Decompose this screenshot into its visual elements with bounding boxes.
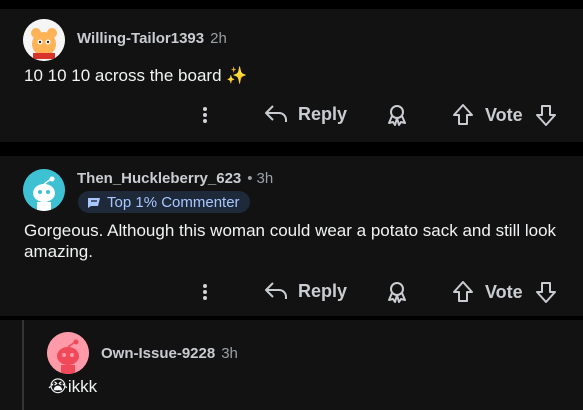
downvote-icon[interactable] (535, 280, 557, 304)
badge-label: Top 1% Commenter (107, 193, 240, 211)
comment-text: ikkk (67, 377, 98, 396)
reply-button[interactable]: Reply (263, 103, 347, 125)
award-icon (388, 282, 406, 303)
comment-card: Own-Issue-9228 3h 😭 ikkk (0, 320, 583, 410)
more-options-button[interactable] (203, 282, 207, 302)
award-button[interactable] (385, 280, 409, 309)
avatar[interactable] (47, 332, 89, 374)
upvote-icon[interactable] (452, 103, 474, 127)
reply-arrow-icon (265, 282, 287, 299)
snoo-avatar-icon (47, 332, 89, 374)
reply-button[interactable]: Reply (263, 280, 347, 302)
upvote-icon[interactable] (452, 280, 474, 304)
vote-label: Vote (485, 104, 523, 125)
thread-line[interactable] (22, 320, 24, 410)
award-button[interactable] (385, 103, 409, 132)
downvote-icon[interactable] (535, 103, 557, 127)
more-options-button[interactable] (203, 105, 207, 125)
timestamp: 3h (221, 345, 238, 362)
comment-card: Then_Huckleberry_623 • 3h Top 1% Comment… (0, 156, 583, 316)
separator: • (247, 170, 253, 187)
comment-card: Willing-Tailor1393 2h 10 10 10 across th… (0, 9, 583, 142)
top-commenter-badge[interactable]: Top 1% Commenter (78, 191, 250, 213)
username[interactable]: Then_Huckleberry_623 (77, 170, 241, 187)
reply-label: Reply (298, 103, 348, 124)
avatar[interactable] (23, 19, 65, 61)
crying-emoji: 😭 (48, 377, 68, 396)
timestamp: 3h (256, 170, 274, 187)
comment-body: Gorgeous. Although this woman could wear… (24, 221, 557, 261)
vote-label: Vote (485, 281, 523, 302)
snoo-avatar-icon (23, 19, 65, 61)
username[interactable]: Willing-Tailor1393 (77, 30, 204, 47)
avatar[interactable] (23, 169, 65, 211)
comment-body: 😭 ikkk (48, 376, 97, 397)
comment-body: 10 10 10 across the board ✨ (24, 66, 248, 85)
reply-label: Reply (298, 280, 348, 301)
speech-bubble-icon (88, 198, 100, 208)
username[interactable]: Own-Issue-9228 (101, 345, 215, 362)
timestamp: 2h (210, 30, 227, 47)
reply-arrow-icon (265, 105, 287, 122)
award-icon (388, 105, 406, 126)
snoo-avatar-icon (23, 169, 65, 211)
